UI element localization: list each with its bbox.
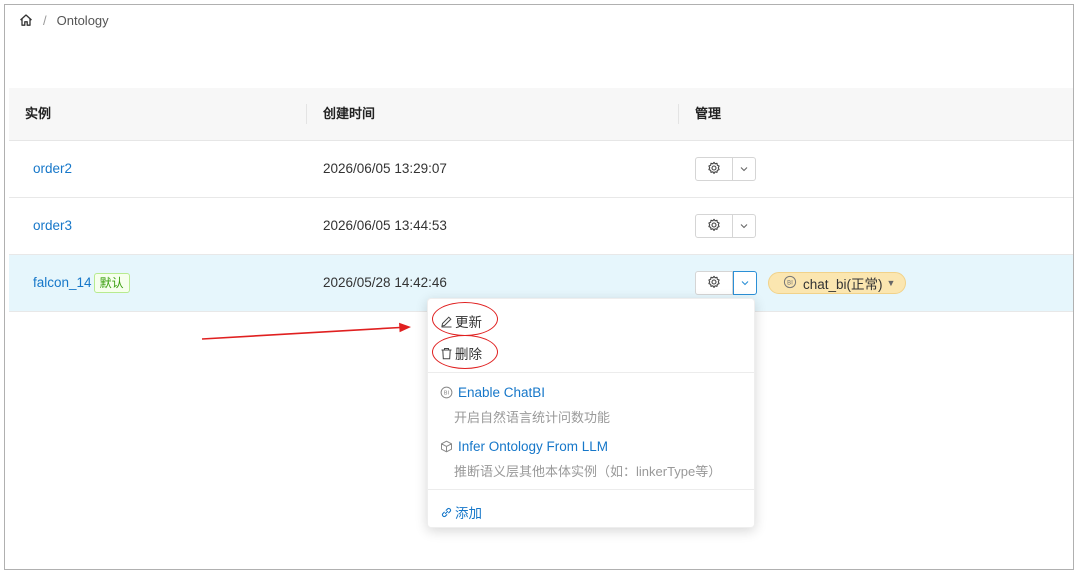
manage-controls xyxy=(695,214,756,238)
gear-icon xyxy=(707,218,721,235)
manage-controls xyxy=(695,157,756,181)
default-tag: 默认 xyxy=(93,273,130,294)
manage-controls xyxy=(695,271,757,295)
settings-button[interactable] xyxy=(695,214,733,238)
menu-item-label: 更新 xyxy=(455,315,482,330)
created-time: 2026/06/05 13:29:07 xyxy=(323,161,447,176)
column-divider xyxy=(678,104,679,124)
table-row: order2 2026/06/05 13:29:07 xyxy=(9,141,1073,198)
instance-link[interactable]: order3 xyxy=(33,198,72,254)
menu-item-delete[interactable]: 删除 xyxy=(440,343,482,363)
trash-icon xyxy=(440,347,453,360)
column-divider xyxy=(306,104,307,124)
menu-divider xyxy=(428,372,754,373)
menu-item-add[interactable]: 添加 xyxy=(440,502,482,522)
svg-text:BI: BI xyxy=(444,391,450,397)
instance-link[interactable]: order2 xyxy=(33,141,72,197)
breadcrumb-current: Ontology xyxy=(56,12,109,28)
menu-item-label: 添加 xyxy=(455,506,482,521)
menu-item-description: 开启自然语言统计问数功能 xyxy=(454,410,611,425)
menu-item-title: Enable ChatBI xyxy=(458,385,546,400)
chevron-down-icon xyxy=(739,218,749,234)
more-actions-button[interactable] xyxy=(733,271,757,295)
gear-icon xyxy=(707,161,721,178)
chatbi-icon: BI xyxy=(440,386,453,399)
more-actions-button[interactable] xyxy=(733,214,756,238)
column-header-instance: 实例 xyxy=(25,106,52,121)
table-row: order3 2026/06/05 13:44:53 xyxy=(9,198,1073,255)
svg-text:BI: BI xyxy=(787,279,793,286)
table-header: 实例 创建时间 管理 xyxy=(9,88,1073,141)
breadcrumb-separator: / xyxy=(43,12,47,28)
instance-link[interactable]: falcon_14 xyxy=(33,275,92,290)
chatbi-icon: BI xyxy=(783,275,797,292)
chevron-down-icon xyxy=(739,161,749,177)
home-icon[interactable] xyxy=(19,13,33,27)
edit-icon xyxy=(440,315,453,328)
menu-item-title: Infer Ontology From LLM xyxy=(458,439,609,454)
menu-item-infer-ontology[interactable]: Infer Ontology From LLM xyxy=(440,439,608,454)
column-header-created: 创建时间 xyxy=(323,106,376,121)
instance-cell: falcon_14 默认 xyxy=(33,255,130,311)
chatbi-status-label: chat_bi(正常) xyxy=(803,277,883,292)
breadcrumb: / Ontology xyxy=(19,11,109,29)
link-icon xyxy=(440,506,453,519)
more-actions-button[interactable] xyxy=(733,157,756,181)
chevron-down-icon xyxy=(740,275,750,291)
menu-divider xyxy=(428,489,754,490)
settings-button[interactable] xyxy=(695,157,733,181)
settings-button[interactable] xyxy=(695,271,733,295)
cube-icon xyxy=(440,440,453,453)
menu-item-enable-chatbi[interactable]: BI Enable ChatBI xyxy=(440,385,545,400)
actions-dropdown-menu: 更新 删除 BI Enable ChatBI 开启自然语言统计问数功能 Infe… xyxy=(427,298,755,528)
chatbi-status-badge[interactable]: BI chat_bi(正常) ▼ xyxy=(768,272,907,294)
gear-icon xyxy=(707,275,721,292)
menu-item-label: 删除 xyxy=(455,347,482,362)
created-time: 2026/06/05 13:44:53 xyxy=(323,218,447,233)
caret-down-icon: ▼ xyxy=(886,278,896,288)
column-header-manage: 管理 xyxy=(695,106,722,121)
menu-item-description: 推断语义层其他本体实例（如：linkerType等） xyxy=(454,464,722,479)
menu-item-update[interactable]: 更新 xyxy=(440,311,482,331)
